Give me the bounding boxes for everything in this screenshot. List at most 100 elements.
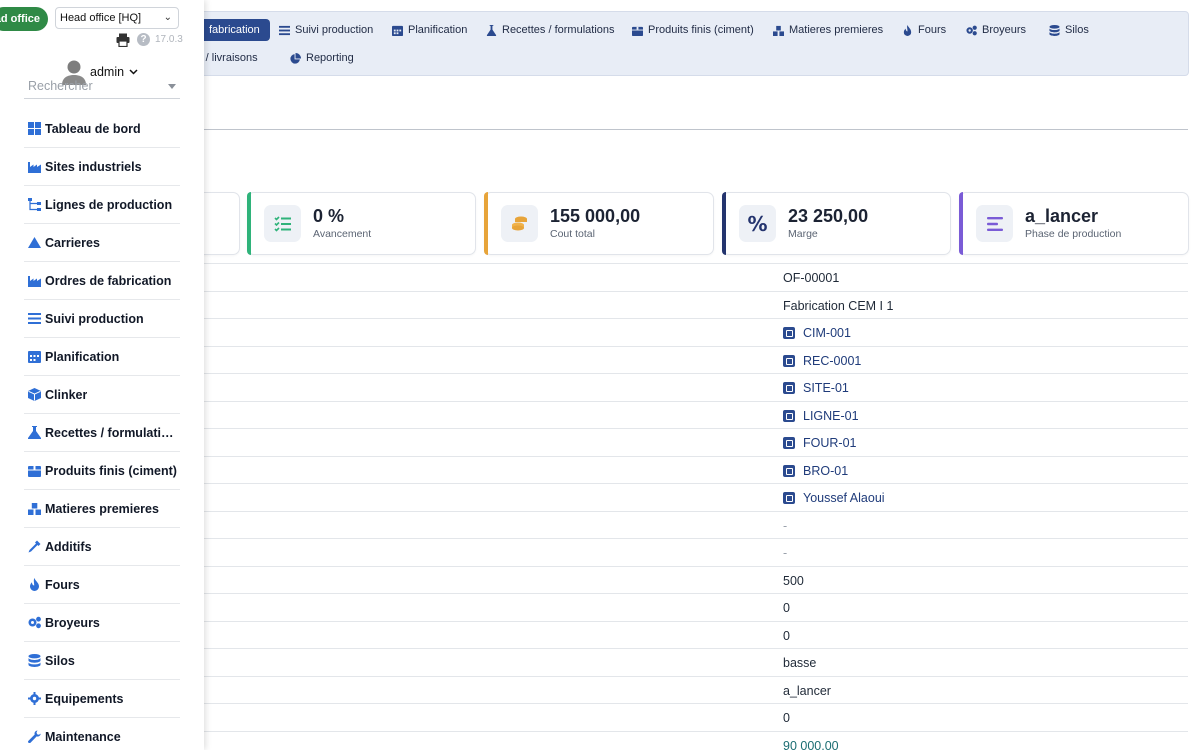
table-row: basse [204, 648, 1188, 676]
field-value: 0 [783, 628, 790, 643]
sidebar-item-label: Recettes / formulatio… [45, 425, 180, 440]
flask-icon [28, 426, 41, 439]
card-accent [959, 192, 963, 255]
tab-label: Matieres premieres [789, 24, 884, 36]
sidebar-search[interactable]: Rechercher [24, 79, 180, 99]
tab-fours[interactable]: Fours [902, 19, 946, 41]
tab-label: Planification [408, 24, 468, 36]
kpi-value: 0 % [313, 206, 345, 226]
list-icon [279, 25, 290, 35]
eyedropper-icon [28, 540, 41, 553]
sidebar-item-additifs[interactable]: Additifs [24, 528, 180, 566]
table-row: REC-0001 [204, 345, 1188, 374]
sidebar-item-maintenance[interactable]: Maintenance [24, 718, 180, 750]
sidebar-item-broyeurs[interactable]: Broyeurs [24, 604, 180, 642]
tab-silos[interactable]: Silos [1049, 19, 1089, 41]
tab-broyeurs[interactable]: Broyeurs [966, 19, 1026, 41]
record-link[interactable]: REC-0001 [783, 354, 861, 368]
table-row: - [204, 510, 1188, 539]
sidebar-item-suivi-production[interactable]: Suivi production [24, 300, 180, 338]
tab-label: Produits finis (ciment) [648, 24, 754, 36]
table-row: SITE-01 [204, 373, 1188, 401]
sidebar-menu: Tableau de bord Sites industriels Lignes… [24, 110, 180, 750]
sidebar-item-produits-finis[interactable]: Produits finis (ciment) [24, 452, 180, 490]
sidebar-item-equipements[interactable]: Equipements [24, 680, 180, 718]
sidebar-item-label: Matieres premieres [45, 501, 159, 516]
field-value: Fabrication CEM I 1 [783, 298, 894, 313]
sidebar-item-sites-industriels[interactable]: Sites industriels [24, 148, 180, 186]
table-row: Youssef Alaoui [204, 483, 1188, 511]
tab-reporting[interactable]: Reporting [290, 47, 354, 69]
record-link[interactable]: SITE-01 [783, 381, 849, 395]
search-placeholder: Rechercher [28, 79, 93, 93]
card-accent [484, 192, 488, 255]
kpi-card-marge: % 23 250,00 Marge [722, 192, 951, 255]
sidebar-item-fours[interactable]: Fours [24, 566, 180, 604]
external-link-icon [783, 327, 795, 339]
record-link[interactable]: Youssef Alaoui [783, 491, 885, 505]
sidebar-item-planification[interactable]: Planification [24, 338, 180, 376]
sidebar-item-label: Silos [45, 653, 75, 668]
sidebar-item-label: Sites industriels [45, 159, 142, 174]
tab-produits-finis[interactable]: Produits finis (ciment) [632, 19, 754, 41]
cube-icon [28, 388, 41, 401]
cubes-icon [773, 25, 784, 36]
tab-label: Silos [1065, 24, 1089, 36]
field-value: - [783, 518, 788, 533]
record-link[interactable]: BRO-01 [783, 464, 848, 478]
sidebar-item-carrieres[interactable]: Carrieres [24, 224, 180, 262]
sidebar-item-label: Equipements [45, 691, 124, 706]
company-select-value: Head office [HQ] [60, 12, 142, 24]
card-accent [247, 192, 251, 255]
card-accent [722, 192, 726, 255]
table-row: a_lancer [204, 675, 1188, 704]
kpi-value: 23 250,00 [788, 206, 869, 226]
mountain-icon [28, 237, 41, 248]
table-row: 0 [204, 620, 1188, 649]
help-icon[interactable]: ? [137, 33, 150, 46]
sidebar-item-label: Broyeurs [45, 615, 100, 630]
table-row: 0 [204, 703, 1188, 731]
tab-label: fabrication [209, 24, 260, 36]
user-menu[interactable]: admin [90, 65, 138, 79]
tab-suivi-production[interactable]: Suivi production [279, 19, 373, 41]
record-link[interactable]: FOUR-01 [783, 436, 856, 450]
sidebar-item-ordres-de-fabrication[interactable]: Ordres de fabrication [24, 262, 180, 300]
external-link-icon [783, 409, 795, 422]
external-link-icon [783, 464, 795, 477]
kpi-label: Marge [788, 228, 818, 240]
field-value: basse [783, 656, 817, 670]
print-icon[interactable] [116, 33, 130, 47]
tab-matieres-premieres[interactable]: Matieres premieres [773, 19, 883, 41]
table-row: OF-00001 [204, 263, 1188, 291]
user-name: admin [90, 65, 125, 79]
sidebar-item-silos[interactable]: Silos [24, 642, 180, 680]
field-value: 500 [783, 573, 804, 588]
company-select[interactable]: Head office [HQ] ⌄ [55, 7, 179, 29]
tab-label: Reporting [306, 52, 354, 64]
sidebar-item-clinker[interactable]: Clinker [24, 376, 180, 414]
sidebar-item-matieres-premieres[interactable]: Matieres premieres [24, 490, 180, 528]
table-row: BRO-01 [204, 455, 1188, 484]
tab-fabrication[interactable]: fabrication [193, 19, 270, 41]
kpi-card-avancement: 0 % Avancement [247, 192, 476, 255]
box-icon [632, 26, 643, 36]
record-link[interactable]: CIM-001 [783, 326, 851, 340]
kpi-label: Phase de production [1025, 228, 1122, 240]
sidebar-item-tableau-de-bord[interactable]: Tableau de bord [24, 110, 180, 148]
database-icon [1049, 24, 1060, 36]
company-button[interactable]: ad office [0, 7, 48, 31]
tab-label: Recettes / formulations [502, 24, 615, 36]
table-row: CIM-001 [204, 318, 1188, 346]
tab-recettes[interactable]: Recettes / formulations [486, 19, 615, 41]
sidebar-item-lignes-de-production[interactable]: Lignes de production [24, 186, 180, 224]
sidebar-item-recettes[interactable]: Recettes / formulatio… [24, 414, 180, 452]
record-link[interactable]: LIGNE-01 [783, 409, 859, 423]
calendar-icon [392, 25, 403, 36]
sidebar-item-label: Clinker [45, 387, 88, 402]
tab-planification[interactable]: Planification [392, 19, 467, 41]
sidebar-item-label: Lignes de production [45, 197, 173, 212]
table-row: 90 000,00 [204, 730, 1188, 750]
tab-label: Broyeurs [982, 24, 1027, 36]
detail-table: OF-00001 Fabrication CEM I 1 CIM-001 REC… [204, 263, 1188, 750]
